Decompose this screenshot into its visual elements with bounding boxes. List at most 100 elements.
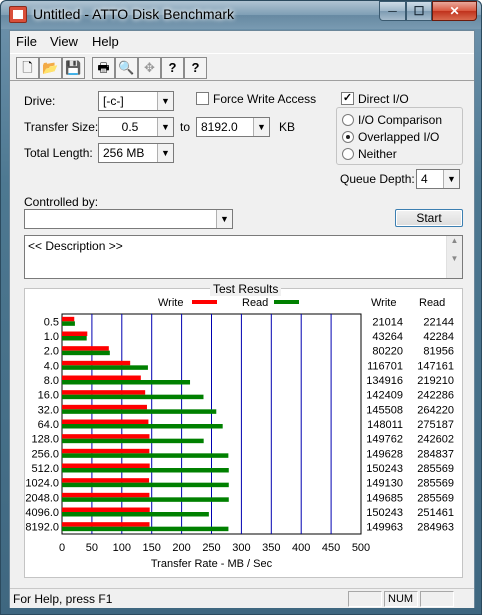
app-icon: [9, 6, 27, 23]
y-tick-label: 32.0: [38, 404, 59, 416]
x-tick-label: 300: [232, 542, 250, 554]
read-bar: [62, 526, 229, 532]
read-value: 242286: [417, 390, 454, 402]
x-tick-label: 450: [322, 542, 340, 554]
status-bar: For Help, press F1 NUM: [10, 588, 474, 608]
write-bar: [62, 478, 150, 483]
x-axis-label: Transfer Rate - MB / Sec: [151, 558, 273, 570]
y-tick-label: 0.5: [44, 316, 59, 328]
write-value: 149628: [366, 448, 403, 460]
write-value: 149963: [366, 522, 403, 534]
y-tick-label: 4096.0: [25, 507, 59, 519]
close-button[interactable]: ✕: [432, 1, 477, 21]
write-bar: [62, 390, 146, 395]
title-bar[interactable]: Untitled - ATTO Disk Benchmark ─ ☐ ✕: [1, 1, 481, 29]
write-bar: [62, 522, 150, 527]
read-bar: [62, 438, 204, 444]
read-value: 285569: [417, 478, 454, 490]
x-tick-label: 150: [143, 542, 161, 554]
status-help-text: For Help, press F1: [13, 592, 113, 606]
x-tick-label: 350: [262, 542, 280, 554]
read-value: 275187: [417, 419, 454, 431]
x-tick-label: 100: [113, 542, 131, 554]
read-bar: [62, 365, 148, 370]
read-value: 147161: [417, 360, 454, 372]
transfer-rate-chart: 0 50 100 150 200 250 300 350 400 450 500 Transfer R…: [25, 297, 454, 570]
write-bar: [62, 346, 109, 351]
y-tick-label: 16.0: [38, 390, 59, 402]
read-bar: [62, 468, 229, 473]
app-window: Untitled - ATTO Disk Benchmark ─ ☐ ✕ Fil…: [0, 0, 482, 615]
read-value: 284837: [417, 448, 454, 460]
y-tick-label: 256.0: [31, 448, 59, 460]
status-panel-3: [420, 591, 454, 607]
read-value: 81956: [423, 346, 454, 358]
write-value: 149130: [366, 478, 403, 490]
read-value: 264220: [417, 404, 454, 416]
minimize-button[interactable]: ─: [379, 1, 406, 21]
write-bar: [62, 492, 150, 498]
read-value: 42284: [423, 331, 454, 343]
write-bar: [62, 316, 75, 322]
client-area: File View Help 🗋 📂 💾 🖶 🔍 ✥ ? ? Drive: [-…: [9, 30, 475, 608]
write-value: 21014: [372, 316, 403, 328]
y-tick-label: 8.0: [44, 375, 59, 387]
y-tick-label: 2048.0: [25, 492, 59, 504]
write-bar: [62, 404, 147, 410]
read-value: 285569: [417, 492, 454, 504]
y-tick-label: 512.0: [31, 463, 59, 475]
window-title: Untitled - ATTO Disk Benchmark: [33, 6, 234, 22]
num-lock-indicator: NUM: [384, 591, 418, 607]
write-value: 134916: [366, 375, 403, 387]
legend-read-swatch: [274, 300, 299, 304]
x-tick-label: 0: [59, 542, 65, 554]
write-bar: [62, 507, 150, 512]
write-value: 149762: [366, 434, 403, 446]
read-value: 219210: [417, 375, 454, 387]
y-tick-label: 8192.0: [25, 522, 59, 534]
read-bar: [62, 394, 204, 400]
read-bar: [62, 482, 229, 488]
write-column-header: Write: [371, 297, 396, 309]
y-tick-label: 4.0: [44, 360, 59, 372]
x-tick-label: 500: [352, 542, 370, 554]
read-value: 285569: [417, 463, 454, 475]
write-value: 148011: [367, 419, 403, 431]
read-bar: [62, 380, 191, 385]
read-bar: [62, 497, 229, 502]
read-value: 242602: [417, 434, 454, 446]
x-tick-label: 250: [202, 542, 220, 554]
write-bar: [62, 375, 141, 380]
read-value: 22144: [423, 316, 454, 328]
read-value: 284963: [417, 522, 454, 534]
x-tick-label: 50: [86, 542, 98, 554]
read-bar: [62, 350, 110, 356]
read-column-header: Read: [419, 297, 445, 309]
y-tick-label: 2.0: [44, 346, 59, 358]
status-panel-1: [348, 591, 382, 607]
write-bar: [62, 448, 150, 454]
write-value: 43264: [372, 331, 403, 343]
y-tick-label: 1024.0: [25, 478, 59, 490]
read-bar: [62, 409, 217, 414]
write-bar: [62, 463, 150, 468]
read-bar: [62, 512, 209, 517]
write-bar: [62, 434, 150, 439]
write-bar: [62, 360, 131, 366]
y-tick-label: 1.0: [44, 331, 59, 343]
legend-read-label: Read: [242, 297, 268, 309]
y-tick-label: 64.0: [38, 419, 59, 431]
legend-write-swatch: [192, 300, 217, 304]
write-value: 150243: [366, 507, 403, 519]
write-value: 145508: [366, 404, 403, 416]
write-value: 150243: [366, 463, 403, 475]
write-value: 142409: [366, 390, 403, 402]
x-tick-label: 400: [292, 542, 310, 554]
read-bar: [62, 336, 87, 341]
read-bar: [62, 453, 229, 458]
maximize-button[interactable]: ☐: [406, 1, 432, 21]
read-bar: [62, 321, 75, 326]
y-tick-label: 128.0: [31, 434, 59, 446]
read-value: 251461: [417, 507, 454, 519]
read-bar: [62, 424, 223, 429]
